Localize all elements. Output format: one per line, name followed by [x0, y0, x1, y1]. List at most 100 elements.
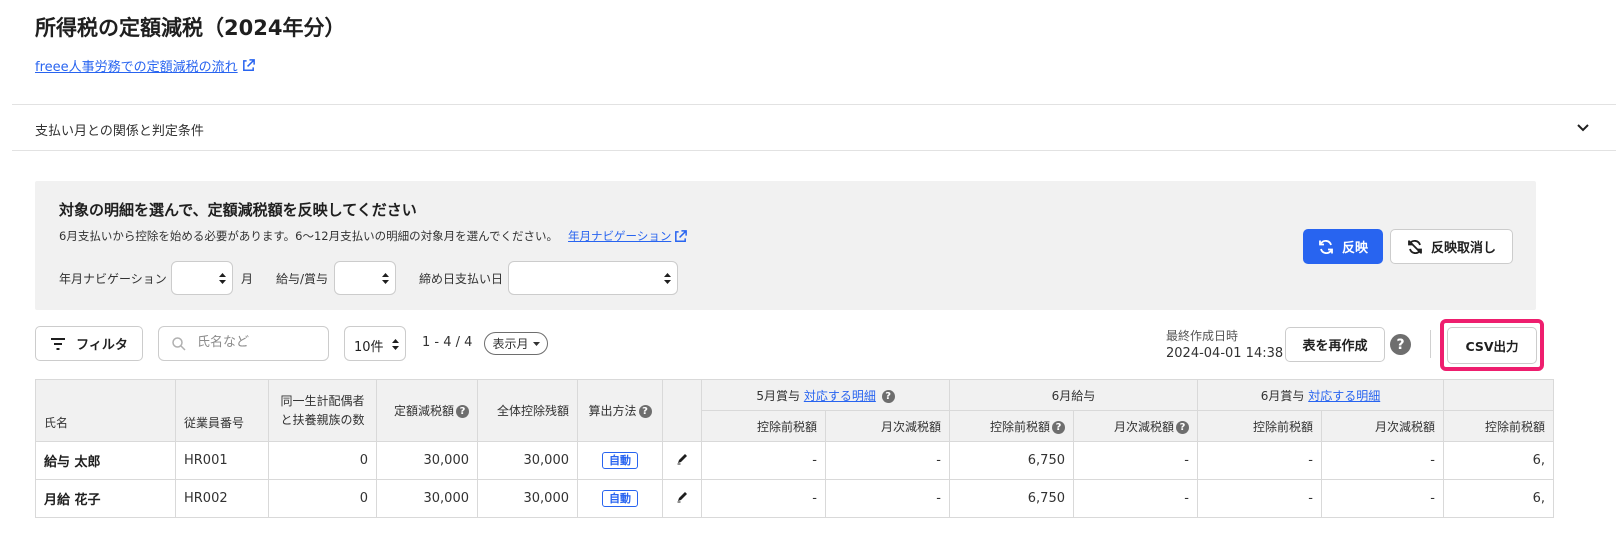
col-header-total-remaining-label: 全体控除残額	[496, 404, 569, 418]
cell-fixed-reduction: 30,000	[376, 441, 478, 480]
reduction-table: 氏名 従業員番号 同一生計配偶者と扶養親族の数 定額減税額? 全体控除残額 算出…	[35, 379, 1554, 518]
select-arrows-icon	[219, 273, 226, 284]
search-input[interactable]	[197, 335, 317, 350]
search-icon	[172, 337, 186, 351]
cell-g2-monthly: -	[1073, 441, 1198, 480]
cell-g1-monthly: -	[825, 479, 950, 518]
cell-fixed-reduction: 30,000	[376, 479, 478, 518]
group-header-1-label: 5月賞与	[756, 388, 800, 403]
month-suffix: 月	[241, 272, 254, 286]
cell-g3-monthly: -	[1321, 479, 1444, 518]
closing-date-select[interactable]	[508, 261, 678, 295]
search-field[interactable]	[158, 326, 329, 361]
filter-button[interactable]: フィルタ	[35, 326, 143, 361]
method-badge: 自動	[602, 490, 638, 507]
group-header-3-link[interactable]: 対応する明細	[1308, 389, 1380, 403]
cell-dependents: 0	[268, 441, 377, 480]
pay-type-select[interactable]	[334, 261, 396, 295]
last-created-value: 2024-04-01 14:38	[1166, 346, 1284, 361]
cell-g1-monthly: -	[825, 441, 950, 480]
pencil-icon[interactable]	[676, 452, 689, 465]
regenerate-table-button[interactable]: 表を再作成	[1285, 327, 1385, 362]
method-badge: 自動	[602, 452, 638, 469]
help-icon-glyph: ?	[1396, 336, 1405, 353]
select-arrows-icon	[392, 339, 399, 350]
group-header-3: 6月賞与 対応する明細	[1197, 379, 1444, 411]
external-link-icon	[242, 59, 255, 71]
cell-g2-pre-tax: 6,750	[949, 441, 1074, 480]
help-icon[interactable]: ?	[1390, 334, 1411, 355]
cell-employee-id: HR002	[175, 479, 269, 518]
sub-header-monthly-reduction-label: 月次減税額	[880, 419, 941, 434]
sync-icon	[1319, 239, 1333, 254]
caret-down-icon	[532, 341, 540, 346]
cell-name: 給与 太郎	[35, 441, 176, 480]
group-header-2: 6月給与	[949, 379, 1198, 411]
sub-header-monthly-reduction-label: 月次減税額	[1113, 419, 1174, 434]
help-icon[interactable]: ?	[1176, 420, 1189, 434]
sub-header-pre-tax-label: 控除前税額	[1484, 419, 1545, 434]
group-header-1: 5月賞与 対応する明細 ?	[701, 379, 950, 411]
help-icon[interactable]: ?	[638, 405, 652, 418]
chevron-down-icon	[1577, 124, 1589, 132]
sub-header-pre-tax: 控除前税額?	[949, 410, 1074, 442]
pencil-icon[interactable]	[676, 490, 689, 503]
csv-highlight-box	[1440, 319, 1544, 371]
per-page-select[interactable]: 10件	[344, 326, 406, 361]
filter-icon	[51, 337, 66, 350]
apply-panel: 対象の明細を選んで、定額減税額を反映してください 6月支払いから控除を始める必要…	[35, 181, 1536, 310]
group-header-2-label: 6月給与	[1051, 388, 1096, 403]
filter-button-label: フィルタ	[76, 338, 128, 353]
group-header-3-label: 6月賞与	[1260, 388, 1305, 403]
table-row[interactable]: 給与 太郎 HR001 0 30,000 30,000 自動 - - 6,750…	[35, 441, 1554, 480]
table-row[interactable]: 月給 花子 HR002 0 30,000 30,000 自動 - - 6,750…	[35, 479, 1554, 518]
cell-total-remaining: 30,000	[477, 479, 578, 518]
help-icon[interactable]: ?	[881, 389, 895, 403]
col-header-fixed-reduction: 定額減税額?	[376, 379, 478, 442]
sub-header-pre-tax: 控除前税額	[1197, 410, 1322, 442]
cancel-apply-button[interactable]: 反映取消し	[1390, 229, 1513, 264]
select-arrows-icon	[382, 273, 389, 284]
nav-help-link-label: 年月ナビゲーション	[568, 229, 672, 243]
cell-total-remaining: 30,000	[477, 441, 578, 480]
page: 所得税の定額減税（2024年分） freee人事労務での定額減税の流れ 支払い月…	[0, 0, 1621, 538]
display-month-dropdown[interactable]: 表示月	[484, 332, 548, 355]
regenerate-table-button-label: 表を再作成	[1302, 339, 1368, 354]
apply-button[interactable]: 反映	[1303, 229, 1383, 264]
flow-help-link[interactable]: freee人事労務での定額減税の流れ	[35, 56, 256, 75]
col-header-method-label: 算出方法	[588, 404, 637, 418]
cell-g1-pre-tax: -	[701, 441, 826, 480]
col-header-total-remaining: 全体控除残額	[477, 379, 578, 442]
help-icon[interactable]: ?	[456, 405, 469, 418]
cell-g4-pre-tax: 6,	[1443, 479, 1554, 518]
page-title: 所得税の定額減税（2024年分）	[35, 16, 346, 40]
help-icon[interactable]: ?	[1052, 420, 1065, 434]
col-header-name[interactable]: 氏名	[35, 379, 176, 442]
cell-employee-id: HR001	[175, 441, 269, 480]
year-month-select[interactable]	[171, 261, 233, 295]
group-header-1-link[interactable]: 対応する明細	[804, 389, 876, 403]
sub-header-monthly-reduction-label: 月次減税額	[1374, 419, 1435, 434]
panel-description-row: 6月支払いから控除を始める必要があります。6〜12月支払いの明細の対象月を選んで…	[59, 228, 688, 244]
col-header-employee-id[interactable]: 従業員番号	[175, 379, 269, 442]
sub-header-pre-tax-label: 控除前税額	[1252, 419, 1313, 434]
display-month-label: 表示月	[492, 337, 529, 351]
cell-name: 月給 花子	[35, 479, 176, 518]
cell-edit	[662, 441, 702, 480]
cell-edit	[662, 479, 702, 518]
cell-method: 自動	[577, 441, 663, 480]
cell-dependents: 0	[268, 479, 377, 518]
col-header-method: 算出方法?	[577, 379, 663, 442]
cell-g2-monthly: -	[1073, 479, 1198, 518]
sub-header-monthly-reduction: 月次減税額?	[1073, 410, 1198, 442]
col-header-name-label: 氏名	[44, 416, 69, 430]
select-arrows-icon	[664, 273, 671, 284]
flow-help-link-label: freee人事労務での定額減税の流れ	[35, 60, 238, 75]
col-header-fixed-reduction-label: 定額減税額	[393, 404, 454, 418]
year-month-label: 年月ナビゲーション	[59, 272, 167, 286]
accordion-label: 支払い月との関係と判定条件	[35, 124, 204, 139]
panel-description: 6月支払いから控除を始める必要があります。6〜12月支払いの明細の対象月を選んで…	[59, 229, 559, 243]
conditions-accordion[interactable]: 支払い月との関係と判定条件	[12, 104, 1616, 151]
nav-help-link[interactable]: 年月ナビゲーション	[568, 228, 688, 244]
pagination-range: 1 - 4 / 4	[422, 335, 473, 350]
